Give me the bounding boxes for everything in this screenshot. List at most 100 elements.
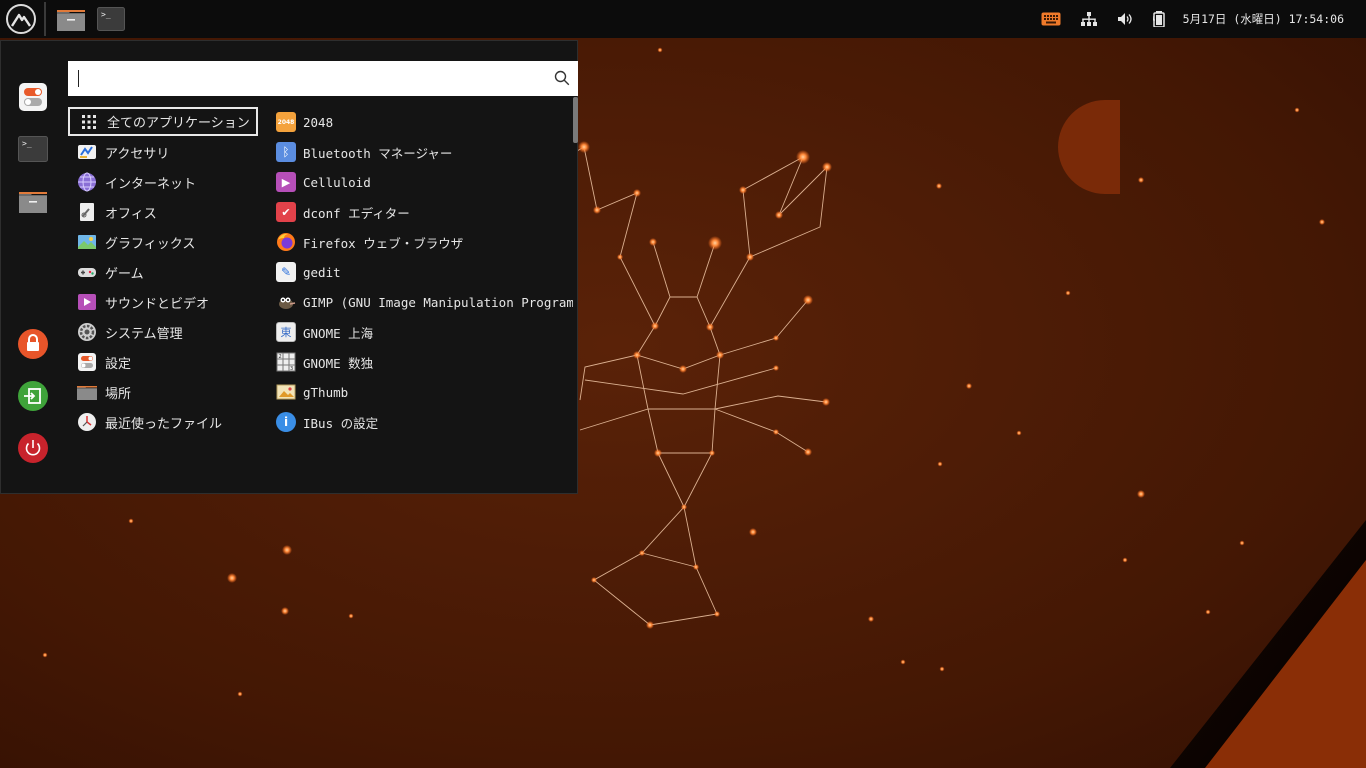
gamepad-icon [77,262,97,282]
folder-icon [57,10,85,31]
app-label: dconf エディター [303,205,410,221]
application-list: 2048 2048 ᛒ Bluetooth マネージャー ▶ Celluloid… [273,107,573,445]
text-caret [78,70,79,87]
keyboard-icon [1041,12,1061,26]
logout-icon [18,381,48,411]
app-label: Celluloid [303,174,371,190]
category-list: 全てのアプリケーション アクセサリ インターネット オフィス グラフィックス ゲ… [68,107,258,437]
app-firefox[interactable]: Firefox ウェブ・ブラウザ [273,227,573,257]
svg-text:>_: >_ [22,139,32,148]
app-gimp[interactable]: GIMP (GNU Image Manipulation Program) [273,287,573,317]
terminal-favorite-button[interactable]: >_ [17,133,49,165]
category-multimedia[interactable]: サウンドとビデオ [68,287,258,317]
category-graphics[interactable]: グラフィックス [68,227,258,257]
menu-sidebar: >_ [1,41,65,493]
app-label: IBus の設定 [303,415,379,431]
scrollbar-thumb[interactable] [573,97,578,143]
app-bluetooth-manager[interactable]: ᛒ Bluetooth マネージャー [273,137,573,167]
app-label: Firefox ウェブ・ブラウザ [303,235,464,251]
category-settings[interactable]: 設定 [68,347,258,377]
dconf-icon: ✔ [276,202,296,222]
terminal-icon: >_ [97,7,125,31]
office-icon [77,202,97,222]
app-label: GIMP (GNU Image Manipulation Program) [303,294,573,310]
whisker-menu-button[interactable] [6,4,36,34]
category-accessories[interactable]: アクセサリ [68,137,258,167]
settings-toggle-icon [19,83,47,111]
category-internet[interactable]: インターネット [68,167,258,197]
folder-icon [77,382,97,402]
app-gedit[interactable]: ✎ gedit [273,257,573,287]
category-label: オフィス [105,206,157,222]
category-label: インターネット [105,176,197,192]
app-gnome-mahjongg[interactable]: 東 GNOME 上海 [273,317,573,347]
graphics-icon [77,232,97,252]
search-input[interactable] [68,61,538,96]
app-celluloid[interactable]: ▶ Celluloid [273,167,573,197]
network-wired-icon [1080,12,1097,26]
speaker-icon [1117,13,1132,25]
app-label: gThumb [303,384,349,400]
category-office[interactable]: オフィス [68,197,258,227]
panel-separator [44,2,46,36]
accessories-icon [77,142,97,162]
app-label: gedit [303,264,341,280]
keyboard-indicator[interactable] [1041,12,1061,26]
app-label: GNOME 数独 [303,355,374,371]
file-manager-favorite-button[interactable] [17,185,49,217]
system-tray: 5月17日 (水曜日) 17:54:06 [1031,0,1366,38]
app-label: GNOME 上海 [303,325,374,341]
search-icon[interactable] [554,70,570,86]
settings-toggle-icon [77,352,97,372]
category-label: アクセサリ [105,146,170,162]
clock[interactable]: 5月17日 (水曜日) 17:54:06 [1183,11,1344,27]
bluetooth-icon: ᛒ [276,142,296,162]
category-label: グラフィックス [105,236,196,252]
app-2048[interactable]: 2048 2048 [273,107,573,137]
system-gear-icon [77,322,97,342]
category-label: 場所 [105,386,132,402]
file-manager-launcher[interactable] [56,5,86,33]
battery-charging-icon [1152,11,1165,27]
multimedia-icon [77,292,97,312]
app-list-scrollbar[interactable] [573,97,578,493]
svg-text:2: 2 [279,354,282,360]
celluloid-icon: ▶ [276,172,296,192]
category-games[interactable]: ゲーム [68,257,258,287]
shutdown-button[interactable] [17,432,49,464]
sudoku-icon: 23 [276,352,296,372]
app-label: Bluetooth マネージャー [303,145,453,161]
category-label: システム管理 [105,326,183,342]
settings-manager-button[interactable] [17,81,49,113]
top-panel: >_ 5月17日 (水曜日) 17:54:06 [0,0,1366,38]
volume-indicator[interactable] [1117,12,1133,26]
app-ibus-settings[interactable]: i IBus の設定 [273,407,573,437]
category-all-applications[interactable]: 全てのアプリケーション [68,107,258,136]
category-label: サウンドとビデオ [105,296,210,312]
search-box[interactable] [68,61,578,96]
2048-icon: 2048 [276,112,296,132]
internet-icon [77,172,97,192]
terminal-icon: >_ [18,136,48,162]
terminal-launcher[interactable]: >_ [96,5,126,33]
app-dconf-editor[interactable]: ✔ dconf エディター [273,197,573,227]
gimp-icon [276,292,296,312]
svg-text:>_: >_ [101,10,111,19]
battery-indicator[interactable] [1152,11,1167,27]
category-label: 設定 [105,356,132,372]
log-out-button[interactable] [17,380,49,412]
category-system[interactable]: システム管理 [68,317,258,347]
grid-icon [79,112,99,132]
gedit-icon: ✎ [276,262,296,282]
category-places[interactable]: 場所 [68,377,258,407]
power-icon [18,433,48,463]
firefox-icon [276,232,296,252]
app-gnome-sudoku[interactable]: 23 GNOME 数独 [273,347,573,377]
ibus-icon: i [276,412,296,432]
network-indicator[interactable] [1080,12,1097,26]
svg-text:3: 3 [290,366,293,372]
lock-screen-button[interactable] [17,328,49,360]
app-gthumb[interactable]: gThumb [273,377,573,407]
clock-icon [77,412,97,432]
category-recent-files[interactable]: 最近使ったファイル [68,407,258,437]
